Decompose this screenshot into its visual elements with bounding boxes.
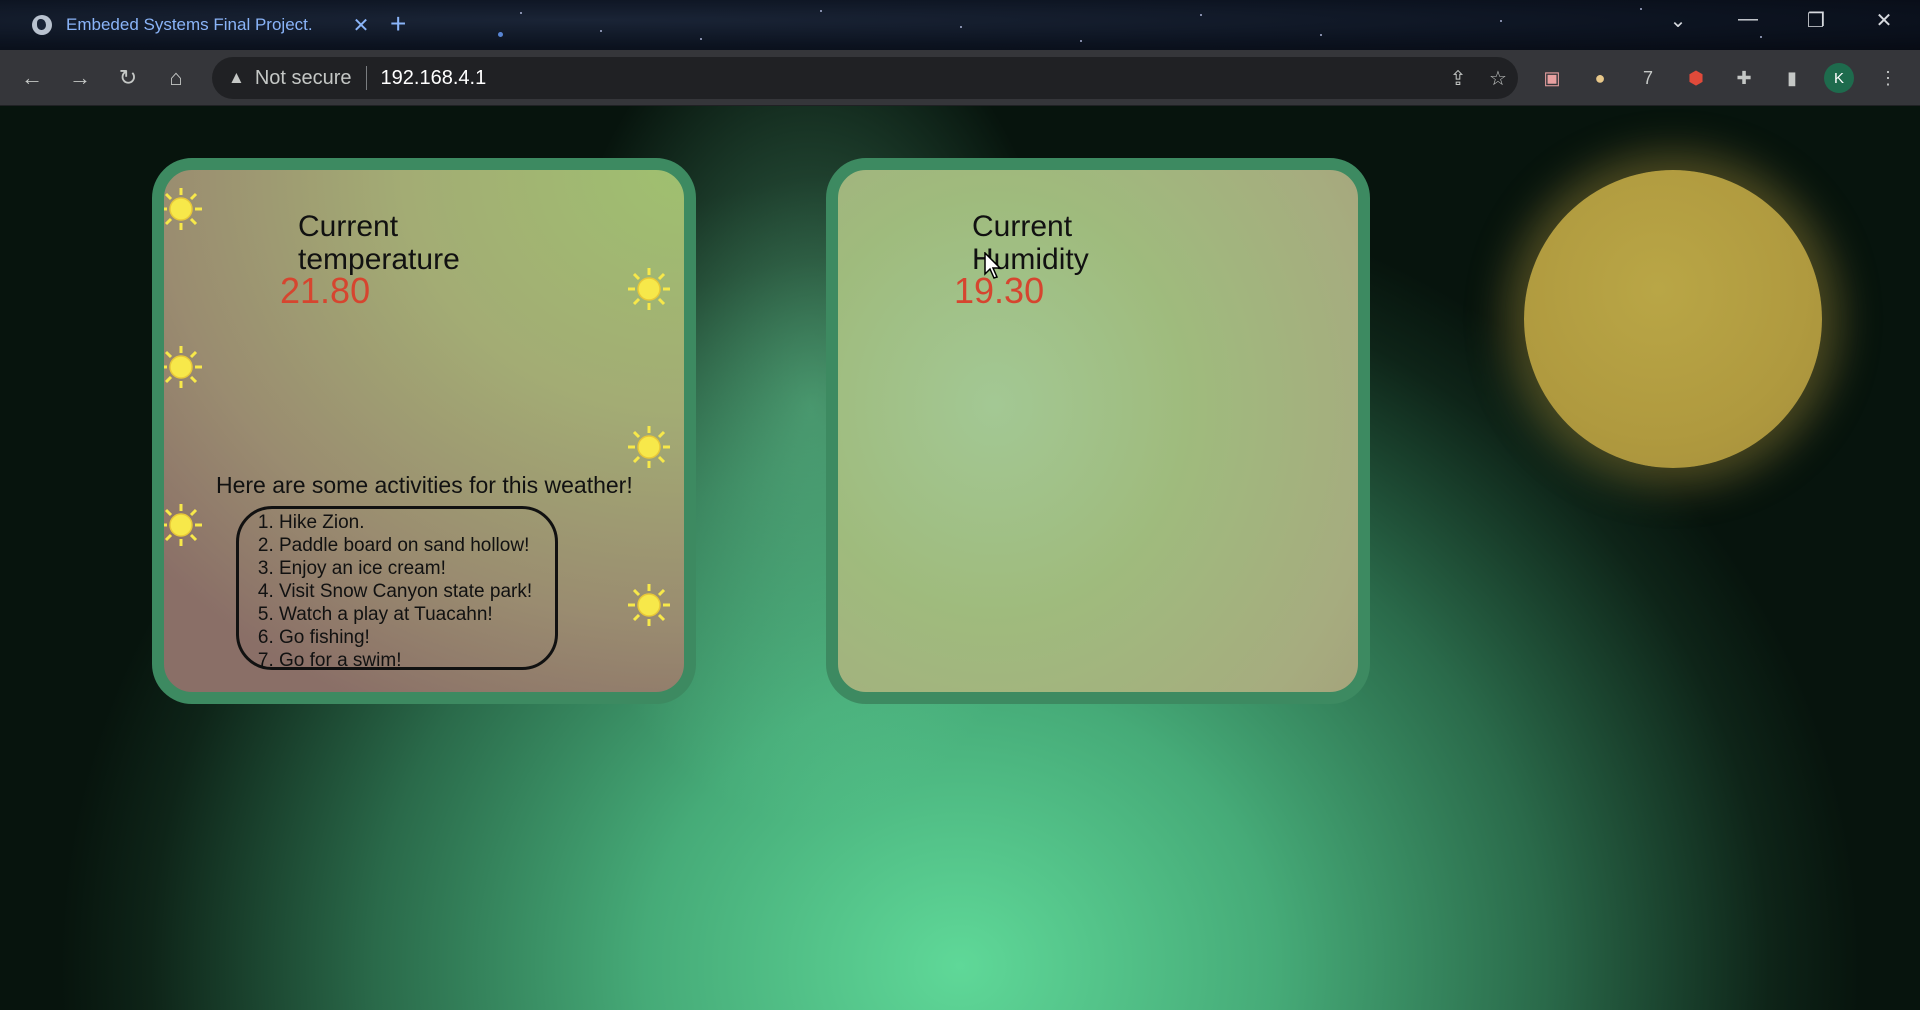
temperature-title-line1: Current	[298, 210, 399, 243]
tab-title: Embeded Systems Final Project.	[66, 15, 313, 34]
forward-icon[interactable]: →	[64, 62, 96, 94]
sun-orb	[1524, 170, 1822, 468]
menu-icon[interactable]: ⋮	[1872, 62, 1904, 94]
tab-close-icon[interactable]: ✕	[348, 13, 374, 38]
list-item: Hike Zion.	[279, 511, 555, 534]
temperature-card: Current temperature 21.80 Here are some …	[152, 158, 696, 704]
home-icon[interactable]: ⌂	[160, 62, 192, 94]
side-panel-icon[interactable]: ▮	[1776, 62, 1808, 94]
sun-icon	[628, 268, 670, 310]
activities-list-box: Hike Zion. Paddle board on sand hollow! …	[236, 506, 558, 672]
warning-icon[interactable]: ▲	[228, 68, 245, 88]
list-item: Go for a swim!	[279, 649, 555, 672]
security-label[interactable]: Not secure	[255, 67, 352, 90]
globe-favicon-icon	[32, 15, 52, 35]
url-text[interactable]: 192.168.4.1	[381, 67, 1438, 90]
omnibox-divider	[365, 66, 367, 90]
extension-2-icon[interactable]: ●	[1584, 62, 1616, 94]
list-item: Enjoy an ice cream!	[279, 557, 555, 580]
profile-avatar[interactable]: K	[1824, 63, 1854, 93]
share-icon[interactable]: ⇪	[1438, 66, 1478, 91]
list-item: Go fishing!	[279, 626, 555, 649]
back-icon[interactable]: ←	[16, 62, 48, 94]
temperature-title: Current temperature	[298, 210, 460, 276]
sun-icon	[164, 188, 202, 230]
star-icon[interactable]: ☆	[1478, 66, 1518, 91]
list-item: Paddle board on sand hollow!	[279, 534, 555, 557]
browser-toolbar: ← → ↻ ⌂ ▲ Not secure 192.168.4.1 ⇪ ☆ ▣ ●…	[0, 50, 1920, 106]
reload-icon[interactable]: ↻	[112, 62, 144, 94]
sun-icon	[628, 584, 670, 626]
humidity-title-line1: Current	[972, 210, 1073, 243]
activities-list: Hike Zion. Paddle board on sand hollow! …	[239, 511, 555, 672]
list-item: Visit Snow Canyon state park!	[279, 580, 555, 603]
list-item: Watch a play at Tuacahn!	[279, 603, 555, 626]
restore-icon[interactable]: ❐	[1796, 8, 1836, 33]
sun-icon	[164, 346, 202, 388]
extension-4-icon[interactable]: ⬢	[1680, 62, 1712, 94]
temperature-value: 21.80	[280, 270, 371, 311]
extension-3-icon[interactable]: 7	[1632, 62, 1664, 94]
activities-heading: Here are some activities for this weathe…	[216, 472, 633, 498]
tab-search-icon[interactable]: ⌄	[1658, 8, 1698, 33]
tab-strip: Embeded Systems Final Project. ✕ + ⌄ — ❐…	[0, 0, 1920, 50]
browser-tab[interactable]: Embeded Systems Final Project. ✕	[22, 8, 374, 42]
mouse-cursor-icon	[984, 252, 1002, 279]
sun-icon	[164, 504, 202, 546]
humidity-card: Current Humidity 19.30	[826, 158, 1370, 704]
minimize-icon[interactable]: —	[1728, 8, 1768, 31]
sun-icon	[628, 426, 670, 468]
extensions-icon[interactable]: ✚	[1728, 62, 1760, 94]
close-window-icon[interactable]: ✕	[1864, 8, 1904, 33]
address-bar[interactable]: ▲ Not secure 192.168.4.1 ⇪ ☆	[212, 57, 1518, 99]
page-content: Current temperature 21.80 Here are some …	[0, 106, 1920, 1010]
extension-1-icon[interactable]: ▣	[1536, 62, 1568, 94]
new-tab-button[interactable]: +	[390, 10, 406, 38]
